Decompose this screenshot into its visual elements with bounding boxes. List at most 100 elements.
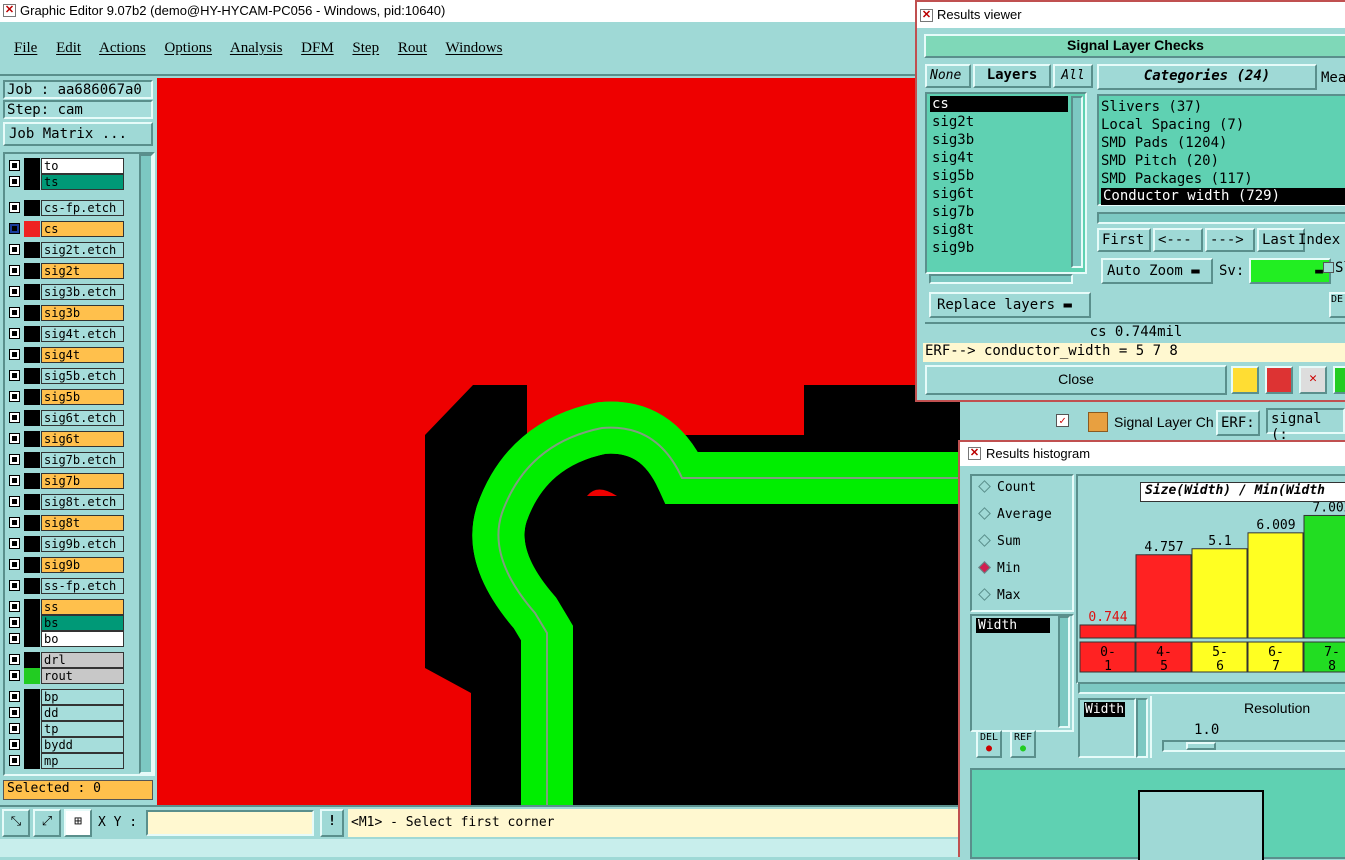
menu-windows[interactable]: Windows: [446, 40, 503, 56]
resolution-slider-thumb[interactable]: [1186, 742, 1216, 750]
layer-row[interactable]: bp: [6, 689, 124, 705]
erf-button[interactable]: ERF:: [1216, 410, 1260, 436]
layer-row[interactable]: bs: [6, 615, 124, 631]
layers-button[interactable]: Layers: [973, 64, 1051, 88]
layer-item[interactable]: sig6t: [930, 186, 974, 202]
layer-checkbox[interactable]: [9, 412, 20, 423]
layer-row[interactable]: bydd: [6, 737, 124, 753]
layer-row[interactable]: sig3b.etch: [6, 284, 124, 300]
menu-step[interactable]: Step: [352, 40, 379, 56]
grid-icon[interactable]: ⊞: [64, 809, 92, 837]
layer-name[interactable]: bydd: [41, 737, 124, 753]
mode-radio-max[interactable]: Max: [978, 588, 1020, 603]
histogram-bar[interactable]: [1247, 532, 1304, 639]
layer-checkbox[interactable]: [9, 370, 20, 381]
prev-button[interactable]: <---: [1153, 228, 1203, 252]
layer-swatch[interactable]: [24, 389, 40, 405]
layer-name[interactable]: sig2t.etch: [41, 242, 124, 258]
layer-swatch[interactable]: [24, 284, 40, 300]
auto-zoom-dropdown[interactable]: Auto Zoom ▬: [1101, 258, 1213, 284]
layer-row[interactable]: drl: [6, 652, 124, 668]
layer-checkbox[interactable]: [9, 723, 20, 734]
layer-swatch[interactable]: [24, 410, 40, 426]
layer-swatch[interactable]: [24, 753, 40, 769]
layer-row[interactable]: mp: [6, 753, 124, 769]
histogram-bar[interactable]: [1135, 554, 1192, 639]
next-button[interactable]: --->: [1205, 228, 1255, 252]
layer-item[interactable]: sig2t: [930, 114, 974, 130]
layer-row[interactable]: sig7b: [6, 473, 124, 489]
layer-swatch[interactable]: [24, 452, 40, 468]
layer-checkbox[interactable]: [9, 633, 20, 644]
layer-name[interactable]: drl: [41, 652, 124, 668]
report-icon[interactable]: [1231, 366, 1259, 394]
layer-row[interactable]: rout: [6, 668, 124, 684]
graphic-canvas[interactable]: [157, 78, 960, 805]
layer-checkbox[interactable]: [9, 160, 20, 171]
layer-checkbox[interactable]: [9, 433, 20, 444]
layer-name[interactable]: sig7b.etch: [41, 452, 124, 468]
layer-checkbox[interactable]: [9, 755, 20, 766]
layer-list-scrollbar[interactable]: [139, 154, 153, 774]
layer-swatch[interactable]: [24, 347, 40, 363]
layer-row[interactable]: sig5b.etch: [6, 368, 124, 384]
layer-swatch[interactable]: [24, 668, 40, 684]
layer-list-vscroll[interactable]: [1071, 96, 1083, 268]
menu-file[interactable]: File: [14, 40, 37, 56]
xy-input[interactable]: [146, 810, 314, 836]
category-item[interactable]: Local Spacing (7): [1101, 116, 1244, 134]
layer-swatch[interactable]: [24, 326, 40, 342]
layer-item-cs[interactable]: cs: [930, 96, 1068, 112]
mode-radio-min[interactable]: Min: [978, 561, 1020, 576]
histogram-hscroll[interactable]: [1078, 682, 1345, 694]
layer-swatch[interactable]: [24, 431, 40, 447]
layer-swatch[interactable]: [24, 494, 40, 510]
layer-swatch[interactable]: [24, 578, 40, 594]
layer-swatch[interactable]: [24, 174, 40, 190]
layer-checkbox[interactable]: [9, 601, 20, 612]
layer-swatch[interactable]: [24, 473, 40, 489]
layer-swatch[interactable]: [24, 368, 40, 384]
layer-name[interactable]: sig9b: [41, 557, 124, 573]
menu-actions[interactable]: Actions: [99, 40, 146, 56]
sv-color-dropdown[interactable]: ▬: [1249, 258, 1331, 284]
layer-name[interactable]: bp: [41, 689, 124, 705]
layer-name[interactable]: sig8t: [41, 515, 124, 531]
layer-name[interactable]: bo: [41, 631, 124, 647]
histogram-bar[interactable]: [1079, 624, 1136, 639]
layer-name[interactable]: sig6t.etch: [41, 410, 124, 426]
layer-checkbox[interactable]: [9, 739, 20, 750]
layer-checkbox[interactable]: [9, 538, 20, 549]
layer-row[interactable]: sig4t.etch: [6, 326, 124, 342]
layer-row[interactable]: sig4t: [6, 347, 124, 363]
layer-swatch[interactable]: [24, 305, 40, 321]
menu-options[interactable]: Options: [164, 40, 212, 56]
layer-checkbox[interactable]: [9, 349, 20, 360]
layer-swatch[interactable]: [24, 705, 40, 721]
list-item-width[interactable]: Width: [976, 618, 1050, 633]
first-button[interactable]: First: [1097, 228, 1151, 252]
layer-checkbox[interactable]: [9, 265, 20, 276]
width-scroll[interactable]: [1136, 698, 1148, 758]
layer-row[interactable]: sig6t: [6, 431, 124, 447]
layer-checkbox[interactable]: [9, 307, 20, 318]
layer-swatch[interactable]: [24, 689, 40, 705]
layer-row[interactable]: ss-fp.etch: [6, 578, 124, 594]
delete-results-icon[interactable]: ✕: [1299, 366, 1327, 394]
layer-item[interactable]: sig8t: [930, 222, 974, 238]
layer-swatch[interactable]: [24, 221, 40, 237]
sl-checkbox[interactable]: [1323, 262, 1334, 273]
layer-swatch[interactable]: [24, 557, 40, 573]
layer-row[interactable]: sig8t: [6, 515, 124, 531]
close-x-icon[interactable]: ✕: [920, 9, 933, 22]
zoom-area-icon[interactable]: ⤡: [2, 809, 30, 837]
layer-swatch[interactable]: [24, 631, 40, 647]
histogram-ref-button[interactable]: REF ●: [1010, 730, 1036, 758]
none-button[interactable]: None: [925, 64, 971, 88]
layer-checkbox[interactable]: [9, 244, 20, 255]
histogram-bar[interactable]: [1303, 514, 1345, 639]
menu-analysis[interactable]: Analysis: [230, 40, 283, 56]
layer-row[interactable]: sig2t: [6, 263, 124, 279]
layer-checkbox[interactable]: [9, 654, 20, 665]
layer-row[interactable]: sig9b: [6, 557, 124, 573]
